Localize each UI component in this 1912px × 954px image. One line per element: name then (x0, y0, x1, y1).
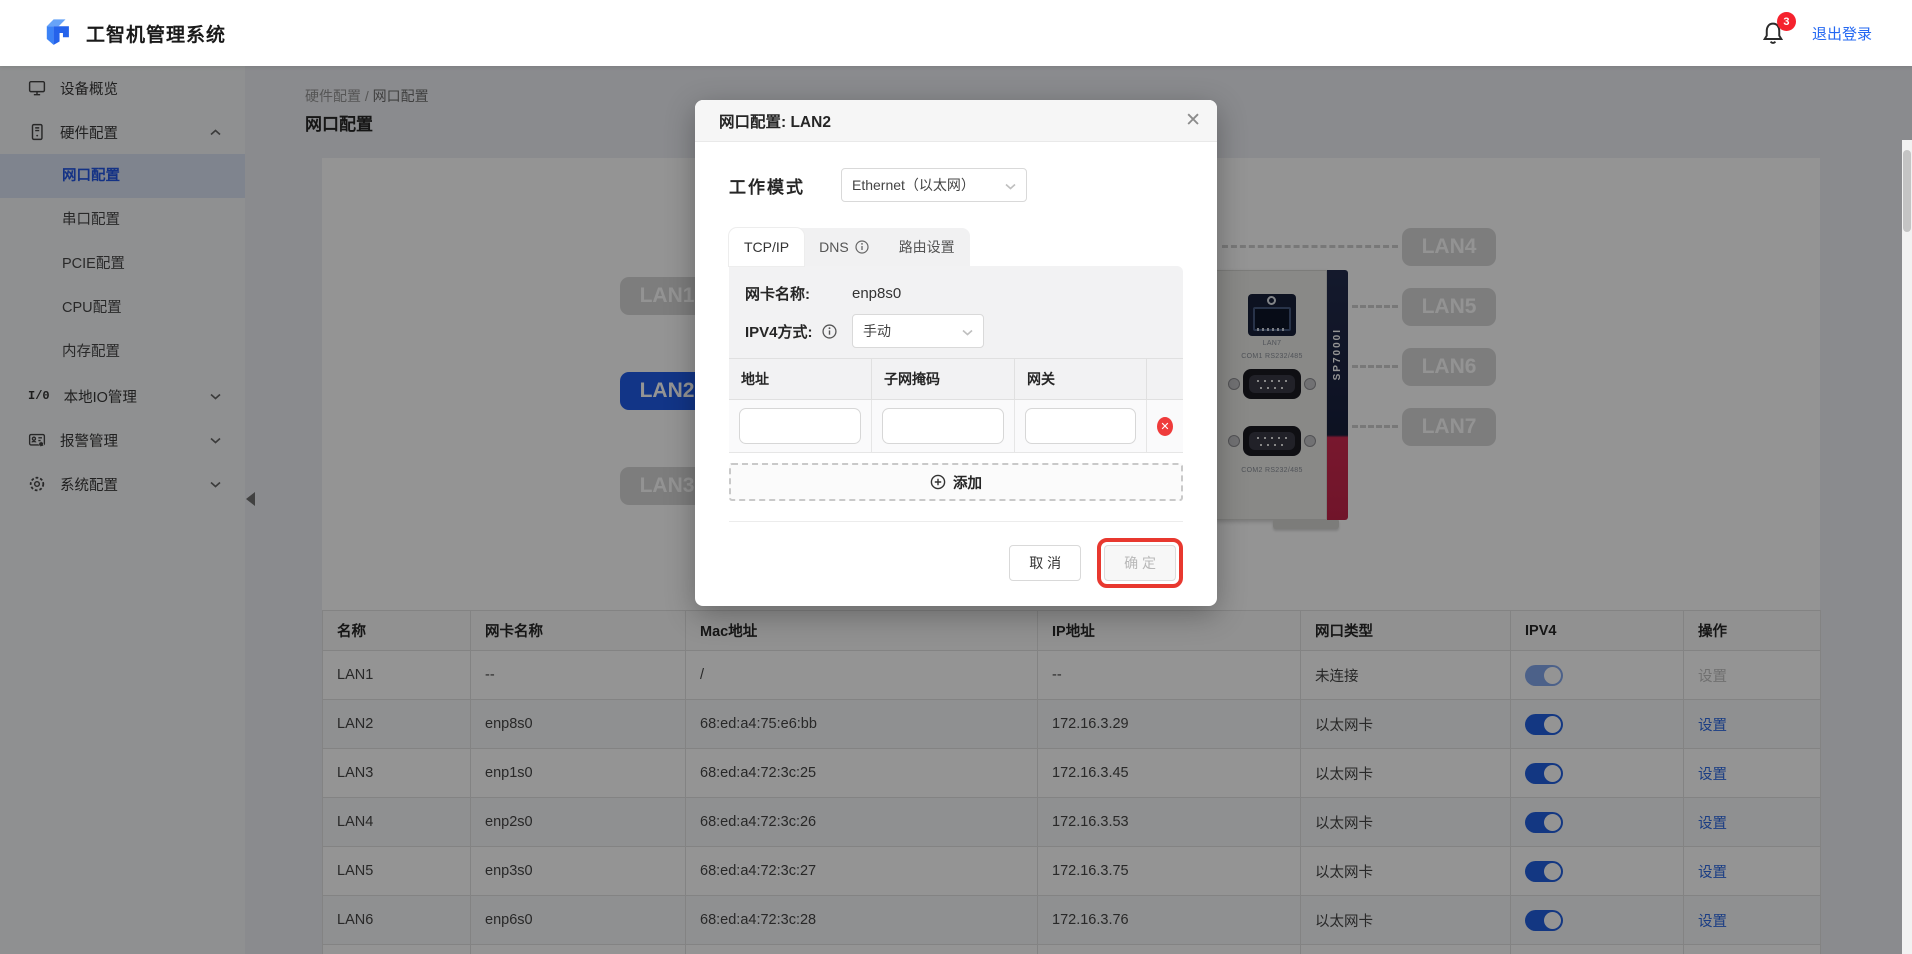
dialog-header: 网口配置: LAN2 ✕ (695, 100, 1217, 142)
info-icon[interactable] (821, 323, 837, 339)
dialog-title: 网口配置: LAN2 (719, 113, 831, 131)
port-config-dialog: 网口配置: LAN2 ✕ 工作模式 Ethernet（以太网） TCP/IP DN… (695, 100, 1217, 606)
nic-name-row: 网卡名称: enp8s0 (745, 278, 1167, 308)
ip-address-row: ✕ (729, 400, 1183, 453)
ip-address-grid: 地址 子网掩码 网关 ✕ (729, 358, 1183, 453)
notification-badge: 3 (1776, 12, 1796, 31)
app-header: 工智机管理系统 3 退出登录 (0, 0, 1912, 66)
scrollbar[interactable] (1902, 140, 1912, 954)
nic-name-label: 网卡名称: (745, 285, 810, 303)
logo-icon (40, 16, 74, 50)
dialog-tabs: TCP/IP DNS 路由设置 (729, 228, 970, 266)
dialog-body: 工作模式 Ethernet（以太网） TCP/IP DNS 路由设置 网卡名称: e… (695, 142, 1217, 606)
work-mode-select[interactable]: Ethernet（以太网） (841, 168, 1027, 202)
logout-link[interactable]: 退出登录 (1812, 23, 1872, 44)
ipv4-mode-select[interactable]: 手动 (852, 314, 984, 348)
grid-header-cell (1147, 359, 1183, 399)
tcpip-panel: 网卡名称: enp8s0 IPV4方式: 手动 地址 子网掩码 网关 ✕ (729, 266, 1183, 453)
plus-circle-icon (930, 474, 946, 490)
dialog-footer: 取 消 确 定 (729, 521, 1183, 588)
delete-row-icon[interactable]: ✕ (1157, 416, 1173, 436)
close-icon[interactable]: ✕ (1185, 111, 1201, 130)
cancel-button[interactable]: 取 消 (1009, 545, 1082, 581)
grid-header-cell: 地址 (729, 359, 872, 399)
address-input[interactable] (739, 408, 861, 444)
work-mode-label: 工作模式 (729, 177, 805, 197)
header-right: 3 退出登录 (1760, 12, 1872, 46)
annotation-highlight: 确 定 (1097, 538, 1183, 588)
netmask-input[interactable] (882, 408, 1004, 444)
add-row-label: 添加 (953, 475, 982, 492)
ipv4-mode-row: IPV4方式: 手动 (745, 314, 1167, 348)
work-mode-value: Ethernet（以太网） (852, 177, 975, 193)
chevron-down-icon (962, 323, 973, 339)
tab-dns[interactable]: DNS (804, 228, 884, 266)
ipv4-mode-label-text: IPV4方式: (745, 323, 813, 341)
grid-header-cell: 网关 (1015, 359, 1147, 399)
confirm-button[interactable]: 确 定 (1104, 545, 1176, 581)
info-icon (855, 240, 869, 254)
app-logo: 工智机管理系统 (40, 16, 226, 50)
app-title: 工智机管理系统 (86, 24, 227, 46)
tab--[interactable]: 路由设置 (884, 228, 970, 266)
add-row-button[interactable]: 添加 (729, 463, 1183, 501)
ipv4-mode-value: 手动 (863, 323, 891, 339)
scrollbar-thumb[interactable] (1903, 150, 1911, 232)
grid-header-cell: 子网掩码 (872, 359, 1015, 399)
nic-name-value: enp8s0 (852, 284, 902, 302)
notification-bell[interactable]: 3 (1760, 12, 1796, 46)
ipv4-mode-label: IPV4方式: (745, 321, 852, 342)
work-mode-row: 工作模式 Ethernet（以太网） (729, 168, 1183, 202)
chevron-down-icon (1005, 177, 1016, 193)
gateway-input[interactable] (1025, 408, 1136, 444)
tab-tcp-ip[interactable]: TCP/IP (729, 228, 805, 266)
